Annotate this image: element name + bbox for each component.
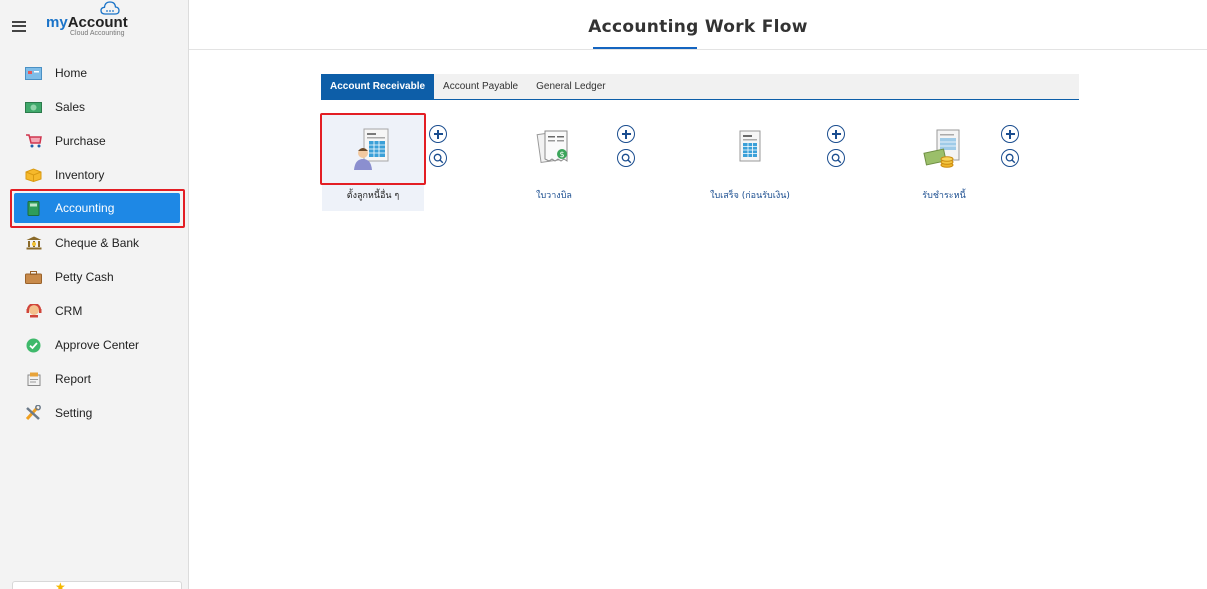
workflow-item-receipt[interactable]: ใบเสร็จ (ก่อนรับเงิน) — [699, 115, 801, 211]
cart-icon — [25, 134, 42, 148]
sidebar-item-crm[interactable]: CRM — [0, 294, 188, 328]
sidebar-item-sales[interactable]: Sales — [0, 90, 188, 124]
bank-icon — [25, 236, 42, 250]
sidebar-item-purchase[interactable]: Purchase — [0, 124, 188, 158]
workflow-label: ตั้งลูกหนี้อื่น ๆ — [346, 191, 400, 201]
sidebar-item-label: Setting — [55, 406, 93, 420]
add-debt-receive-button[interactable] — [1001, 125, 1019, 143]
sidebar-item-label: Approve Center — [55, 338, 140, 352]
search-billing-note-button[interactable] — [617, 149, 635, 167]
add-other-debtor-button[interactable] — [429, 125, 447, 143]
search-icon — [433, 153, 443, 163]
tab-account-receivable[interactable]: Account Receivable — [321, 74, 435, 99]
briefcase-icon — [25, 270, 42, 284]
billing-note-icon: $ — [536, 130, 568, 163]
sidebar-item-label: Petty Cash — [55, 270, 114, 284]
report-icon — [25, 372, 42, 386]
app-logo[interactable]: myAccount Cloud Accounting — [46, 1, 128, 37]
cloud-icon — [100, 1, 120, 15]
search-receipt-button[interactable] — [827, 149, 845, 167]
workflow-item-debt-receive[interactable]: รับชำระหนี้ — [893, 115, 995, 211]
sidebar-item-accounting[interactable]: Accounting — [14, 193, 180, 223]
search-debt-receive-button[interactable] — [1001, 149, 1019, 167]
sidebar-item-label: Cheque & Bank — [55, 236, 140, 250]
title-underline — [593, 47, 697, 49]
sidebar-bottom-panel[interactable]: ★ — [12, 581, 182, 589]
sidebar-item-label: Sales — [55, 100, 86, 114]
sidebar-item-label: Purchase — [55, 134, 106, 148]
home-icon — [25, 66, 42, 80]
crm-icon — [25, 304, 42, 318]
workflow-label: ใบเสร็จ (ก่อนรับเงิน) — [710, 191, 790, 201]
add-receipt-button[interactable] — [827, 125, 845, 143]
sidebar-item-home[interactable]: Home — [0, 56, 188, 90]
sidebar: myAccount Cloud Accounting Home Sales Pu… — [0, 0, 189, 589]
sidebar-item-report[interactable]: Report — [0, 362, 188, 396]
workflow-label: ใบวางบิล — [536, 191, 572, 201]
sidebar-item-approve-center[interactable]: Approve Center — [0, 328, 188, 362]
box-icon — [25, 168, 42, 182]
search-icon — [1005, 153, 1015, 163]
search-icon — [621, 153, 631, 163]
money-icon — [25, 100, 42, 114]
star-icon: ★ — [55, 580, 66, 589]
workflow-tabs: Account Receivable Account Payable Gener… — [321, 74, 1079, 100]
add-billing-note-button[interactable] — [617, 125, 635, 143]
sidebar-item-label: Report — [55, 372, 92, 386]
logo-main: Account — [67, 14, 128, 31]
svg-text:$: $ — [559, 150, 564, 159]
payment-receive-icon — [923, 129, 960, 168]
workflow-item-billing-note[interactable]: $ ใบวางบิล — [503, 115, 605, 211]
sidebar-item-label: Inventory — [55, 168, 105, 182]
receipt-icon — [739, 130, 761, 162]
app-root: myAccount Cloud Accounting Home Sales Pu… — [0, 0, 1207, 589]
logo-prefix: my — [46, 14, 68, 31]
search-other-debtor-button[interactable] — [429, 149, 447, 167]
sidebar-item-label: Home — [55, 66, 88, 80]
main-content: Accounting Work Flow Account Receivable … — [189, 0, 1207, 589]
customer-document-icon — [354, 128, 389, 170]
hamburger-menu-icon[interactable] — [12, 20, 26, 32]
sidebar-item-cheque-bank[interactable]: Cheque & Bank — [0, 226, 188, 260]
sidebar-item-label: CRM — [55, 304, 83, 318]
search-icon — [831, 153, 841, 163]
sidebar-item-inventory[interactable]: Inventory — [0, 158, 188, 192]
sidebar-item-petty-cash[interactable]: Petty Cash — [0, 260, 188, 294]
title-bar: Accounting Work Flow — [189, 0, 1207, 50]
page-title: Accounting Work Flow — [588, 17, 808, 37]
sidebar-item-label: Accounting — [55, 201, 115, 215]
logo-text: myAccount — [46, 15, 128, 30]
tab-general-ledger[interactable]: General Ledger — [527, 74, 615, 99]
sidebar-item-setting[interactable]: Setting — [0, 396, 188, 430]
workflow-label: รับชำระหนี้ — [922, 191, 966, 201]
sidebar-menu: Home Sales Purchase Inventory Accounting… — [0, 56, 188, 430]
brand-bar: myAccount Cloud Accounting — [0, 0, 188, 52]
tab-account-payable[interactable]: Account Payable — [434, 74, 527, 99]
logo-subtitle: Cloud Accounting — [70, 30, 125, 37]
tools-icon — [25, 405, 42, 421]
workflow-item-other-debtor[interactable]: ตั้งลูกหนี้อื่น ๆ — [322, 115, 424, 211]
check-circle-icon — [25, 338, 42, 352]
book-icon — [25, 200, 42, 216]
